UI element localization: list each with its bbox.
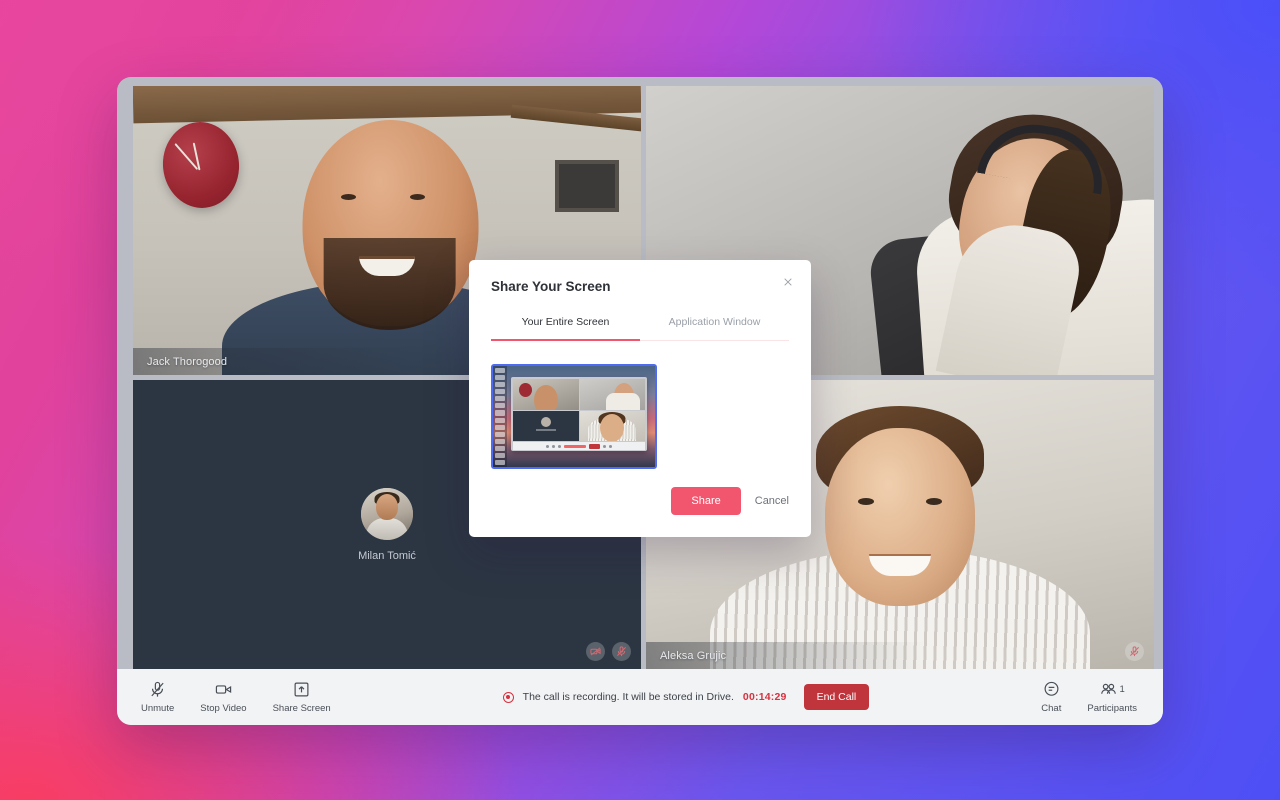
unmute-label: Unmute: [141, 702, 175, 714]
recording-status-text: The call is recording. It will be stored…: [522, 691, 734, 703]
tile-status-badges: [1125, 642, 1144, 661]
preview-toolbar: [513, 442, 645, 450]
dialog-actions: Share Cancel: [671, 487, 789, 515]
recording-status-group: The call is recording. It will be stored…: [331, 684, 1042, 710]
avatar-head-decor: [376, 493, 398, 520]
person-head-decor: [825, 428, 975, 606]
mic-off-icon: [612, 642, 631, 661]
stop-video-button[interactable]: Stop Video: [200, 681, 247, 714]
avatar: [361, 487, 413, 540]
preview-tile-4: [579, 410, 645, 441]
mic-off-icon: [151, 681, 164, 697]
share-screen-dialog: Share Your Screen Your Entire Screen App…: [469, 260, 811, 537]
participants-icon: [1100, 683, 1116, 694]
dialog-tabs: Your Entire Screen Application Window: [491, 316, 789, 341]
end-call-button[interactable]: End Call: [803, 684, 870, 710]
recording-indicator-icon: [502, 691, 514, 703]
preview-tile-2: [579, 379, 645, 410]
toolbar-left-group: Unmute Stop Video Share Screen: [117, 681, 331, 714]
mic-off-icon: [1125, 642, 1144, 661]
cancel-button[interactable]: Cancel: [755, 495, 789, 507]
share-screen-button[interactable]: Share Screen: [273, 681, 331, 714]
preview-video-grid: [513, 379, 645, 441]
share-button[interactable]: Share: [671, 487, 741, 515]
participants-button[interactable]: 1 Participants: [1087, 681, 1137, 714]
video-off-icon: [586, 642, 605, 661]
preview-tile-1: [513, 379, 579, 410]
picture-frame-decor: [555, 160, 619, 212]
tab-your-entire-screen[interactable]: Your Entire Screen: [491, 316, 640, 341]
person-beard-decor: [323, 238, 456, 330]
unmute-button[interactable]: Unmute: [141, 681, 174, 714]
person-eye-right-decor: [410, 194, 425, 200]
participant-name-label: Milan Tomić: [358, 549, 416, 562]
tab-application-window[interactable]: Application Window: [640, 316, 789, 341]
call-window-preview: [511, 377, 647, 451]
video-camera-icon: [215, 684, 232, 694]
chat-icon: [1044, 681, 1059, 696]
tile-status-badges: [586, 642, 631, 661]
call-timer: 00:14:29: [742, 691, 787, 703]
call-toolbar: Unmute Stop Video Share Screen The call …: [117, 669, 1163, 725]
participant-name-label: Jack Thorogood: [133, 348, 413, 375]
chat-button[interactable]: Chat: [1041, 681, 1061, 714]
close-icon[interactable]: [779, 273, 797, 291]
participant-name-label: Aleksa Grujic: [646, 642, 926, 669]
chat-label: Chat: [1041, 702, 1062, 714]
person-eye-right-decor: [926, 498, 942, 505]
person-eye-left-decor: [341, 194, 356, 200]
share-screen-label: Share Screen: [272, 702, 331, 714]
participants-label: Participants: [1087, 702, 1137, 714]
share-screen-icon: [294, 682, 309, 696]
person-eye-left-decor: [858, 498, 874, 505]
desktop-dock-preview: [493, 366, 507, 467]
stop-video-label: Stop Video: [200, 702, 247, 714]
dialog-title: Share Your Screen: [491, 279, 611, 294]
participants-count: 1: [1119, 683, 1125, 695]
preview-tile-3: [513, 410, 579, 441]
screen-preview-thumbnail[interactable]: [491, 364, 657, 469]
participants-icon-group: 1: [1100, 681, 1125, 698]
toolbar-right-group: Chat 1 Participants: [1041, 681, 1163, 714]
